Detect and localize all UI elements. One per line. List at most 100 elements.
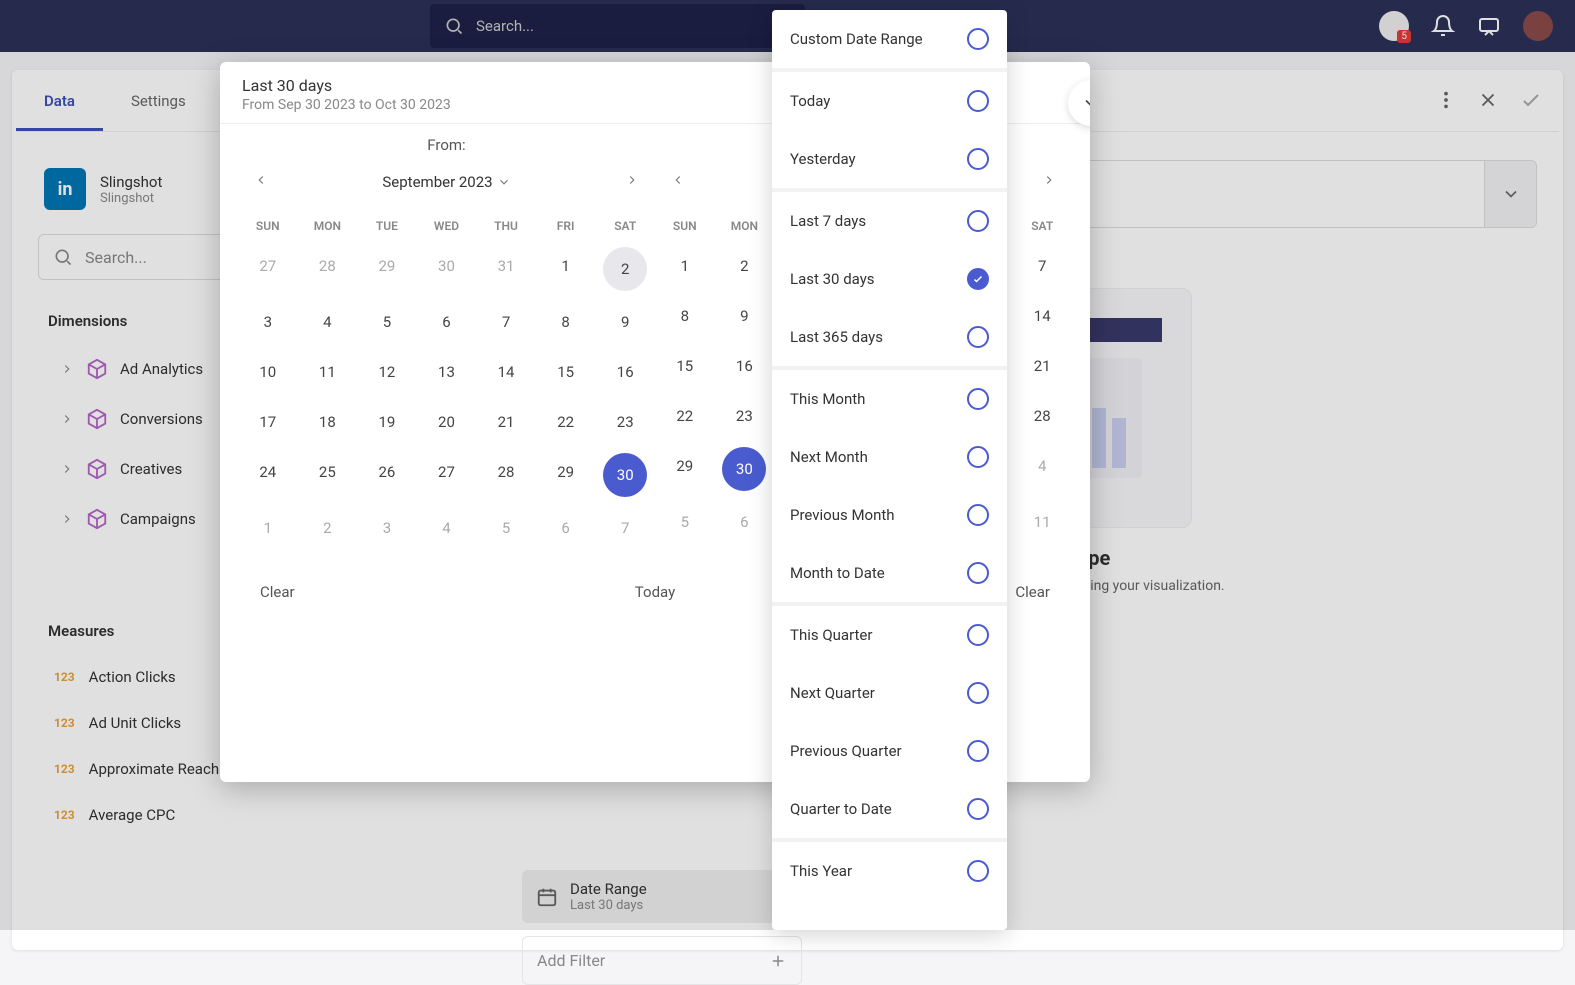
calendar-day[interactable]: 16	[715, 341, 775, 391]
calendar-day[interactable]: 29	[357, 241, 417, 297]
calendar-day[interactable]: 1	[238, 503, 298, 553]
calendar-day[interactable]: 3	[357, 503, 417, 553]
date-preset-option[interactable]: Yesterday	[772, 130, 1007, 188]
date-preset-option[interactable]: Last 365 days	[772, 308, 1007, 366]
calendar-day[interactable]: 31	[476, 241, 536, 297]
calendar-day[interactable]: 27	[417, 447, 477, 503]
radio-icon	[967, 90, 989, 112]
calendar-day[interactable]: 15	[655, 341, 715, 391]
calendar-day[interactable]: 21	[476, 397, 536, 447]
calendar-day[interactable]: 15	[536, 347, 596, 397]
calendar-day[interactable]: 8	[536, 297, 596, 347]
radio-icon	[967, 740, 989, 762]
calendar-day[interactable]: 14	[476, 347, 536, 397]
radio-icon	[967, 798, 989, 820]
month-selector[interactable]: September 2023	[382, 173, 510, 191]
calendar-day[interactable]: 18	[298, 397, 358, 447]
calendar-day[interactable]: 14	[1012, 291, 1072, 341]
calendar-day[interactable]: 25	[298, 447, 358, 503]
radio-icon	[967, 388, 989, 410]
date-preset-option[interactable]: This Month	[772, 370, 1007, 428]
next-month-button[interactable]	[1036, 166, 1062, 197]
date-preset-option[interactable]: Previous Month	[772, 486, 1007, 544]
calendar-day[interactable]: 8	[655, 291, 715, 341]
calendar-day[interactable]: 22	[655, 391, 715, 441]
date-preset-option[interactable]: Quarter to Date	[772, 780, 1007, 838]
calendar-day[interactable]: 27	[238, 241, 298, 297]
calendar-day[interactable]: 4	[1012, 441, 1072, 497]
radio-icon	[967, 682, 989, 704]
calendar-day[interactable]: 3	[238, 297, 298, 347]
calendar-day[interactable]: 7	[476, 297, 536, 347]
calendar-day[interactable]: 29	[536, 447, 596, 503]
calendar-day[interactable]: 5	[357, 297, 417, 347]
calendar-day[interactable]: 9	[595, 297, 655, 347]
calendar-day[interactable]: 28	[1012, 391, 1072, 441]
date-preset-option[interactable]: Previous Quarter	[772, 722, 1007, 780]
date-preset-option[interactable]: This Quarter	[772, 606, 1007, 664]
chevron-down-icon	[497, 175, 511, 189]
date-preset-option[interactable]: Next Month	[772, 428, 1007, 486]
date-preset-option[interactable]: Today	[772, 72, 1007, 130]
radio-icon	[967, 210, 989, 232]
calendar-day[interactable]: 4	[298, 297, 358, 347]
calendar-day[interactable]: 12	[357, 347, 417, 397]
radio-icon	[967, 326, 989, 348]
radio-icon	[967, 148, 989, 170]
add-filter-button[interactable]: Add Filter	[522, 936, 802, 985]
calendar-day[interactable]: 7	[595, 503, 655, 553]
date-preset-dropdown: Custom Date RangeTodayYesterdayLast 7 da…	[772, 10, 1007, 930]
calendar-day[interactable]: 30	[603, 453, 647, 497]
date-preset-option[interactable]: This Year	[772, 842, 1007, 900]
calendar-day[interactable]: 23	[595, 397, 655, 447]
radio-icon	[967, 504, 989, 526]
calendar-day[interactable]: 6	[715, 497, 775, 547]
calendar-day[interactable]: 17	[238, 397, 298, 447]
calendar-day[interactable]: 24	[238, 447, 298, 503]
calendar-day[interactable]: 2	[298, 503, 358, 553]
prev-month-button[interactable]	[665, 166, 691, 197]
calendar-day[interactable]: 13	[417, 347, 477, 397]
calendar-day[interactable]: 11	[298, 347, 358, 397]
next-month-button[interactable]	[619, 166, 645, 197]
calendar-day[interactable]: 20	[417, 397, 477, 447]
calendar-day[interactable]: 16	[595, 347, 655, 397]
prev-month-button[interactable]	[248, 166, 274, 197]
calendar-day[interactable]: 7	[1012, 241, 1072, 291]
calendar-day[interactable]: 6	[536, 503, 596, 553]
calendar-day[interactable]: 23	[715, 391, 775, 441]
calendar-day[interactable]: 21	[1012, 341, 1072, 391]
calendar-day[interactable]: 4	[417, 503, 477, 553]
calendar-day[interactable]: 11	[1012, 497, 1072, 547]
calendar-day[interactable]: 30	[417, 241, 477, 297]
calendar-day[interactable]: 9	[715, 291, 775, 341]
calendar-day[interactable]: 1	[536, 241, 596, 297]
clear-button[interactable]: Clear	[260, 583, 295, 601]
date-preset-option[interactable]: Next Quarter	[772, 664, 1007, 722]
calendar-day[interactable]: 28	[476, 447, 536, 503]
calendar-day[interactable]: 19	[357, 397, 417, 447]
today-button[interactable]: Today	[635, 583, 675, 601]
date-preset-option[interactable]: Last 7 days	[772, 192, 1007, 250]
calendar-day[interactable]: 2	[603, 247, 647, 291]
date-preset-option[interactable]: Custom Date Range	[772, 10, 1007, 68]
date-preset-option[interactable]: Last 30 days	[772, 250, 1007, 308]
calendar-day[interactable]: 28	[298, 241, 358, 297]
calendar-day[interactable]: 10	[238, 347, 298, 397]
clear-button[interactable]: Clear	[1015, 583, 1050, 601]
calendar-day[interactable]: 5	[655, 497, 715, 547]
radio-icon	[967, 860, 989, 882]
calendar-day[interactable]: 26	[357, 447, 417, 503]
calendar-day[interactable]: 1	[655, 241, 715, 291]
calendar-day[interactable]: 29	[655, 441, 715, 497]
calendar-day[interactable]: 5	[476, 503, 536, 553]
radio-icon	[967, 562, 989, 584]
calendar-day[interactable]: 2	[715, 241, 775, 291]
plus-icon	[769, 952, 787, 970]
from-label: From:	[238, 136, 655, 154]
calendar-day[interactable]: 22	[536, 397, 596, 447]
calendar-day[interactable]: 30	[722, 447, 766, 491]
radio-icon	[967, 624, 989, 646]
calendar-day[interactable]: 6	[417, 297, 477, 347]
date-preset-option[interactable]: Month to Date	[772, 544, 1007, 602]
